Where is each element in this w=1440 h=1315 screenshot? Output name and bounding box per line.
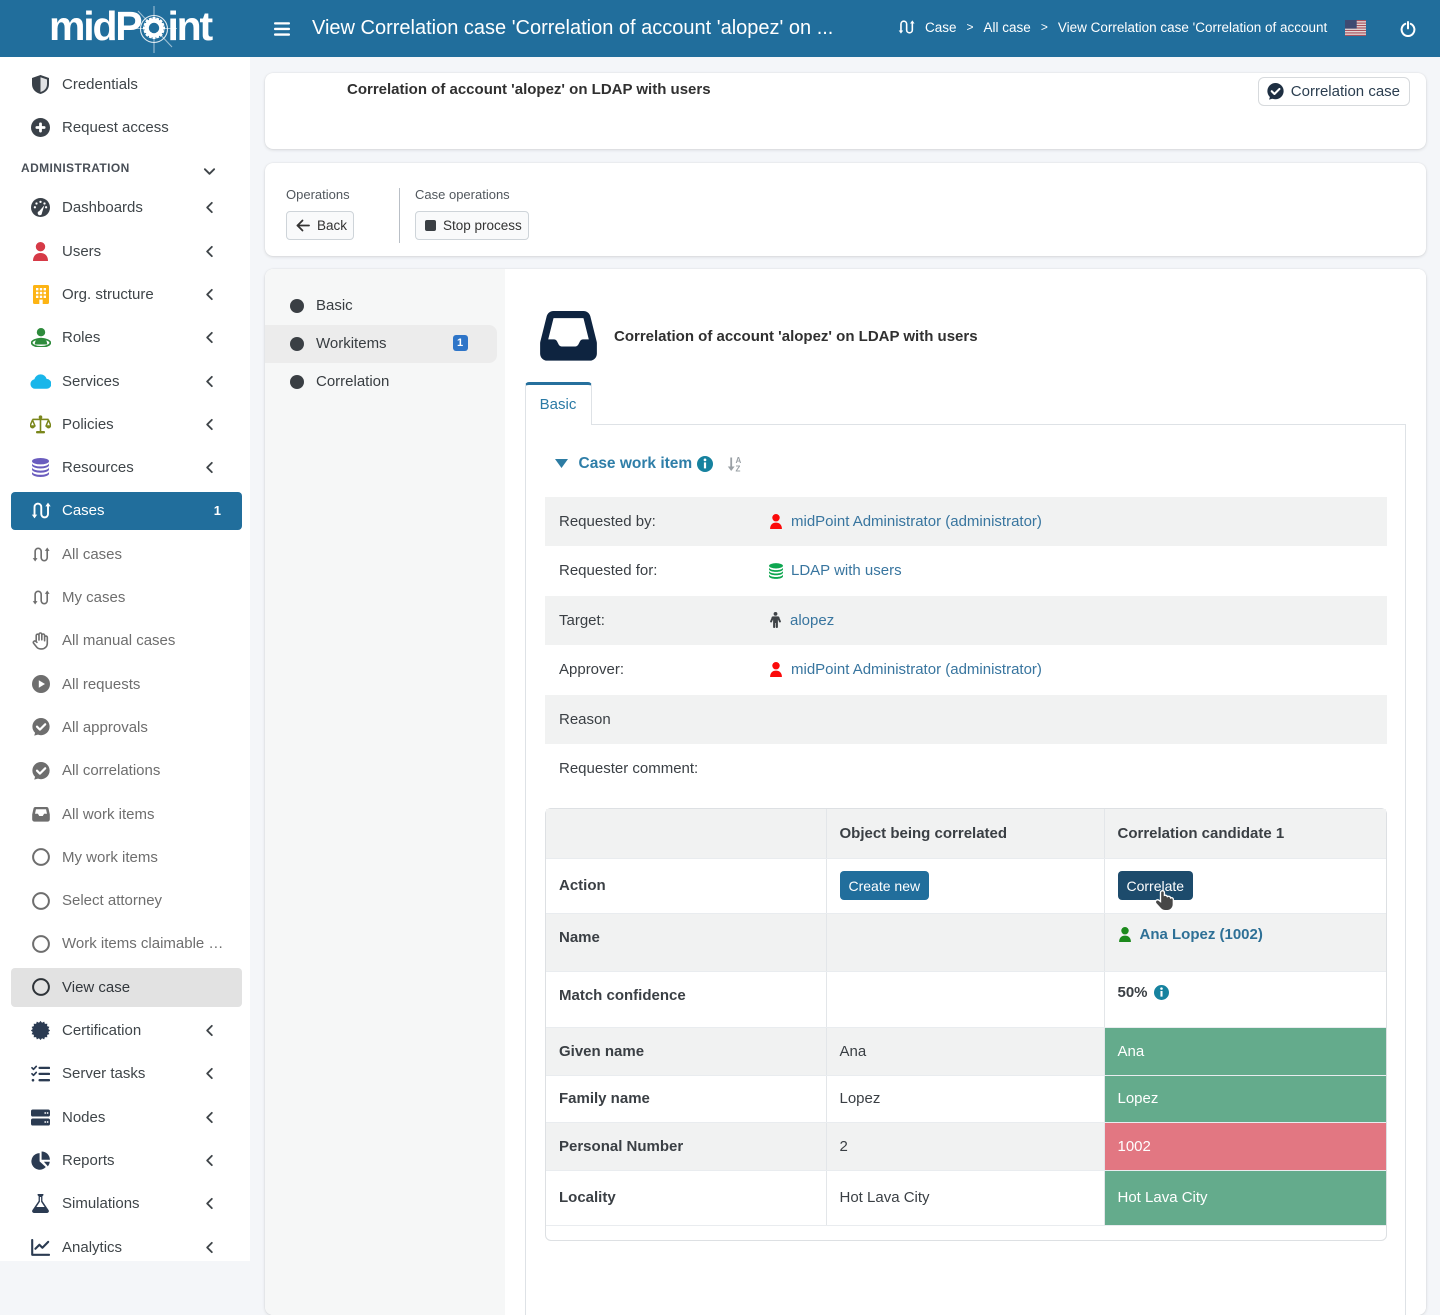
svg-text:Z: Z [736,465,741,473]
